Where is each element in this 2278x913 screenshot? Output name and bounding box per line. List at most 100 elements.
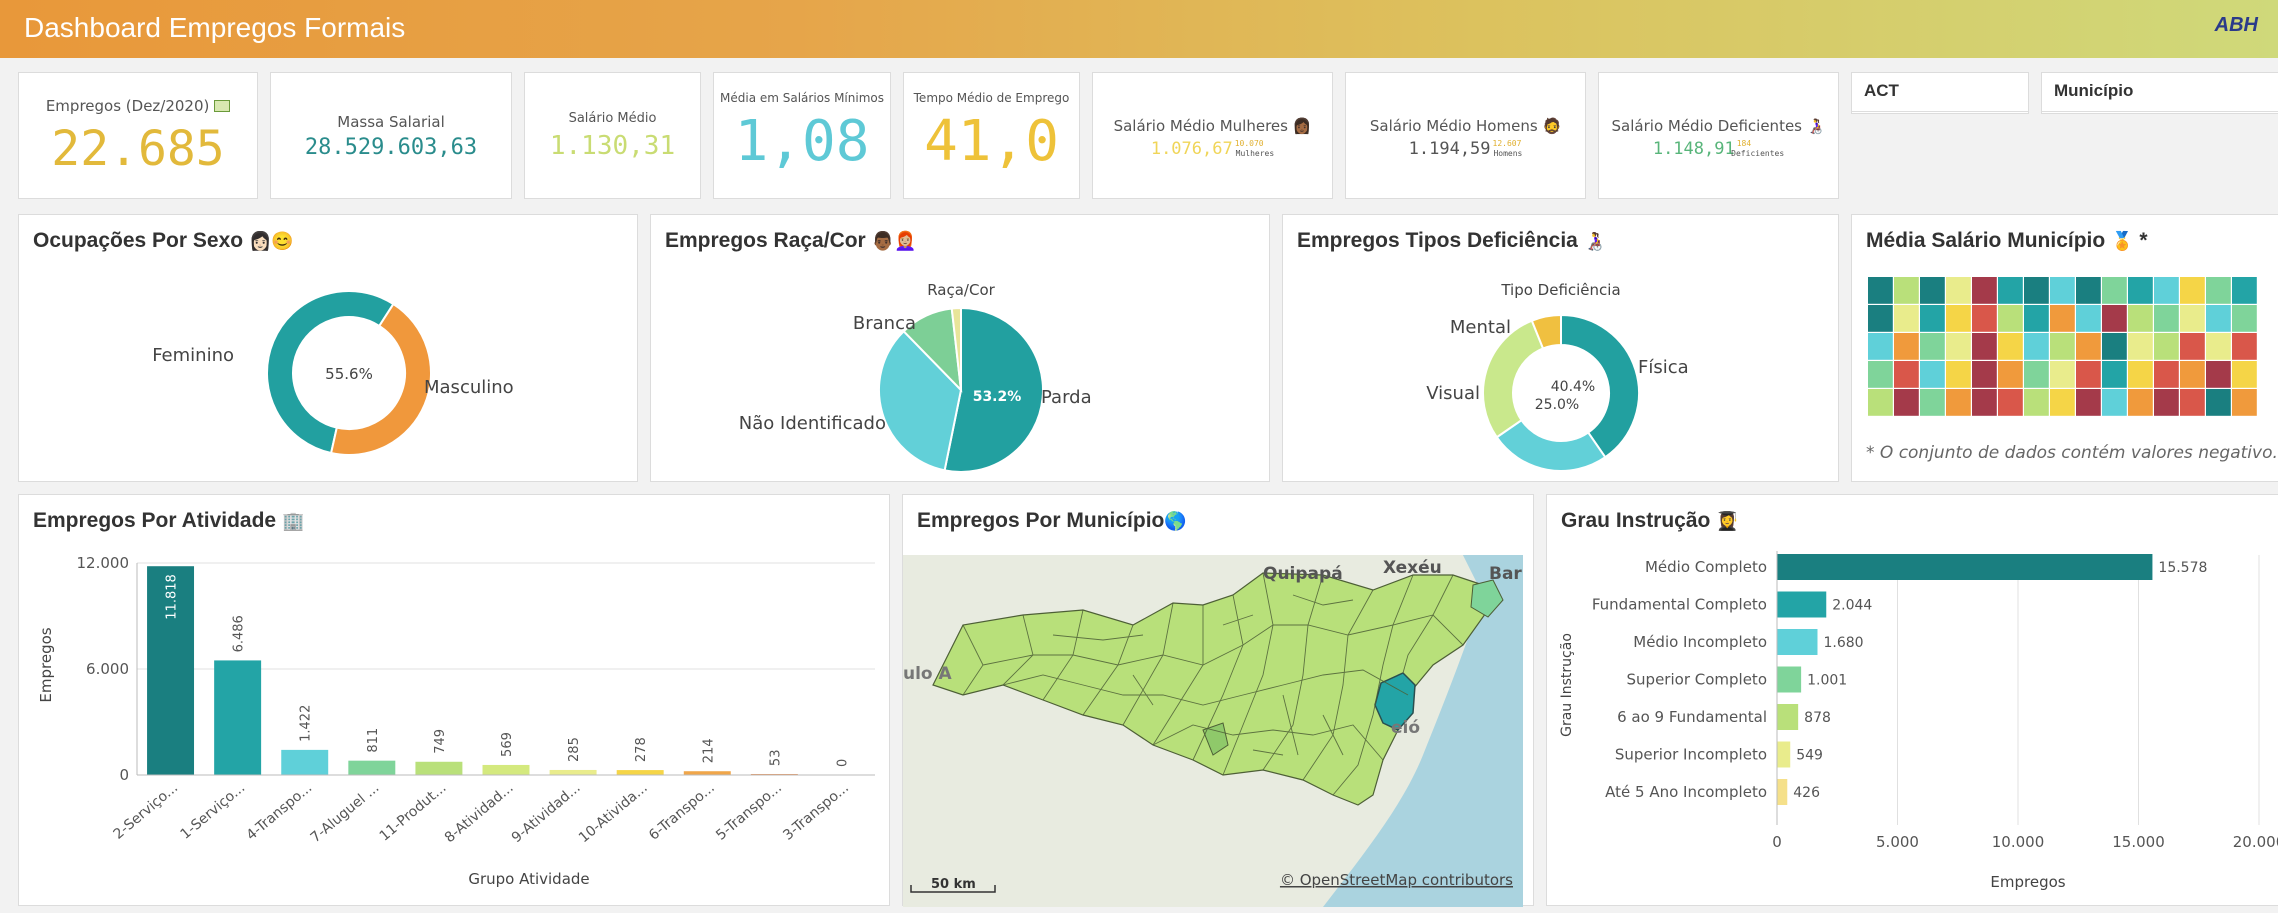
panel-grau-instrucao[interactable]: Grau Instrução 👩‍🎓 0 5.000 10.000 15.000 20.…: [1546, 494, 2278, 906]
heatmap-cell[interactable]: [1946, 277, 1971, 304]
heatmap-cell[interactable]: [1920, 277, 1945, 304]
heatmap-cell[interactable]: [2050, 361, 2075, 388]
filter-municipio[interactable]: Município: [2041, 72, 2278, 114]
heatmap-cell[interactable]: [2050, 305, 2075, 332]
atividade-bar[interactable]: [616, 770, 664, 775]
filter-act[interactable]: ACT: [1851, 72, 2029, 114]
heatmap-cell[interactable]: [1894, 333, 1919, 360]
instrucao-bar[interactable]: [1777, 741, 1791, 768]
heatmap-cell[interactable]: [1920, 361, 1945, 388]
kpi-empregos[interactable]: Empregos (Dez/2020) 22.685: [18, 72, 258, 199]
heatmap-cell[interactable]: [2102, 277, 2127, 304]
heatmap-cell[interactable]: [2180, 277, 2205, 304]
instrucao-bar[interactable]: [1777, 591, 1827, 618]
heatmap-cell[interactable]: [2076, 305, 2101, 332]
heatmap-cell[interactable]: [1998, 277, 2023, 304]
heatmap-cell[interactable]: [1920, 305, 1945, 332]
heatmap-cell[interactable]: [1972, 389, 1997, 416]
panel-media-salario-municipio[interactable]: Média Salário Município 🏅 * * O conjunto…: [1851, 214, 2278, 482]
atividade-bar[interactable]: [348, 760, 396, 775]
heatmap-cell[interactable]: [2076, 361, 2101, 388]
heatmap-cell[interactable]: [1998, 305, 2023, 332]
heatmap-cell[interactable]: [2024, 333, 2049, 360]
atividade-bar[interactable]: [549, 769, 597, 775]
heatmap-cell[interactable]: [2024, 277, 2049, 304]
heatmap-cell[interactable]: [1972, 333, 1997, 360]
heatmap-cell[interactable]: [2206, 305, 2231, 332]
heatmap-cell[interactable]: [1946, 389, 1971, 416]
heatmap-cell[interactable]: [1894, 389, 1919, 416]
heatmap-cell[interactable]: [2180, 333, 2205, 360]
instrucao-bar[interactable]: [1777, 629, 1818, 655]
heatmap-cell[interactable]: [2232, 305, 2257, 332]
heatmap-cell[interactable]: [1920, 333, 1945, 360]
kpi-salario-mulheres[interactable]: Salário Médio Mulheres 👩🏾 1.076,67 10.070…: [1092, 72, 1333, 199]
heatmap-cell[interactable]: [1894, 305, 1919, 332]
heatmap-cell[interactable]: [2180, 361, 2205, 388]
heatmap-cell[interactable]: [2128, 277, 2153, 304]
heatmap-cell[interactable]: [2128, 389, 2153, 416]
panel-ocupacoes-sexo[interactable]: Ocupações Por Sexo 👩🏻😊 Feminino Masculin…: [18, 214, 638, 482]
heatmap-cell[interactable]: [2154, 389, 2179, 416]
heatmap-cell[interactable]: [1894, 277, 1919, 304]
heatmap-cell[interactable]: [2154, 277, 2179, 304]
heatmap-cell[interactable]: [1946, 305, 1971, 332]
heatmap-cell[interactable]: [1894, 361, 1919, 388]
kpi-media-salarios-minimos[interactable]: Média em Salários Mínimos 1,08: [713, 72, 891, 199]
heatmap-cell[interactable]: [1920, 389, 1945, 416]
heatmap-cell[interactable]: [1868, 361, 1893, 388]
heatmap-cell[interactable]: [2232, 277, 2257, 304]
heatmap-cell[interactable]: [2024, 361, 2049, 388]
heatmap-cell[interactable]: [2076, 277, 2101, 304]
heatmap-cell[interactable]: [2206, 389, 2231, 416]
heatmap-cell[interactable]: [2102, 305, 2127, 332]
heatmap-cell[interactable]: [2154, 305, 2179, 332]
panel-empregos-atividade[interactable]: Empregos Por Atividade 🏢 0 6.000 12.000 11.…: [18, 494, 890, 906]
heatmap-cell[interactable]: [1868, 277, 1893, 304]
heatmap-cell[interactable]: [2050, 277, 2075, 304]
heatmap-cell[interactable]: [2128, 361, 2153, 388]
heatmap-cell[interactable]: [1868, 305, 1893, 332]
heatmap-cell[interactable]: [2102, 333, 2127, 360]
kpi-massa-salarial[interactable]: Massa Salarial 28.529.603,63: [270, 72, 512, 199]
atividade-bar[interactable]: [683, 771, 731, 775]
def-slice-mental[interactable]: [1482, 319, 1545, 439]
atividade-bar[interactable]: [482, 764, 530, 775]
heatmap-cell[interactable]: [1972, 361, 1997, 388]
heatmap-cell[interactable]: [2232, 389, 2257, 416]
panel-raca-cor[interactable]: Empregos Raça/Cor 👨🏾👩🏼‍🦰 Raça/Cor Parda …: [650, 214, 1270, 482]
def-slice-visual[interactable]: [1495, 418, 1607, 472]
map-osm-credit[interactable]: © OpenStreetMap contributors: [1280, 871, 1513, 889]
heatmap-cell[interactable]: [1998, 361, 2023, 388]
heatmap-cell[interactable]: [1946, 361, 1971, 388]
heatmap-cell[interactable]: [2206, 277, 2231, 304]
atividade-bar[interactable]: [214, 660, 262, 775]
atividade-bar[interactable]: [281, 749, 329, 775]
heatmap-cell[interactable]: [1998, 333, 2023, 360]
heatmap-cell[interactable]: [2050, 389, 2075, 416]
heatmap-cell[interactable]: [2154, 333, 2179, 360]
instrucao-bar[interactable]: [1777, 779, 1788, 805]
heatmap-cell[interactable]: [2154, 361, 2179, 388]
heatmap-cell[interactable]: [2232, 361, 2257, 388]
heatmap-cell[interactable]: [2076, 333, 2101, 360]
kpi-salario-deficientes[interactable]: Salário Médio Deficientes 👩‍🦽 1.148,91 18…: [1598, 72, 1839, 199]
municipio-map[interactable]: Quipapá Xexéu Bar ulo A eió 50 km © Open…: [903, 555, 1523, 913]
heatmap-cell[interactable]: [1998, 389, 2023, 416]
heatmap-cell[interactable]: [1972, 305, 1997, 332]
heatmap-cell[interactable]: [2102, 389, 2127, 416]
panel-empregos-municipio[interactable]: Empregos Por Município🌎 Quipapá Xexéu Ba…: [902, 494, 1534, 907]
heatmap-cell[interactable]: [1972, 277, 1997, 304]
kpi-salario-medio[interactable]: Salário Médio 1.130,31: [524, 72, 701, 199]
heatmap-cell[interactable]: [2206, 333, 2231, 360]
heatmap-cell[interactable]: [2050, 333, 2075, 360]
kpi-tempo-medio[interactable]: Tempo Médio de Emprego 41,0: [903, 72, 1080, 199]
heatmap-cell[interactable]: [2024, 305, 2049, 332]
atividade-bar[interactable]: [415, 761, 463, 775]
heatmap-cell[interactable]: [1868, 333, 1893, 360]
heatmap-cell[interactable]: [2128, 333, 2153, 360]
heatmap-cell[interactable]: [2102, 361, 2127, 388]
instrucao-bar[interactable]: [1777, 666, 1802, 693]
instrucao-bar[interactable]: [1777, 704, 1799, 730]
instrucao-bar[interactable]: [1777, 554, 2153, 580]
